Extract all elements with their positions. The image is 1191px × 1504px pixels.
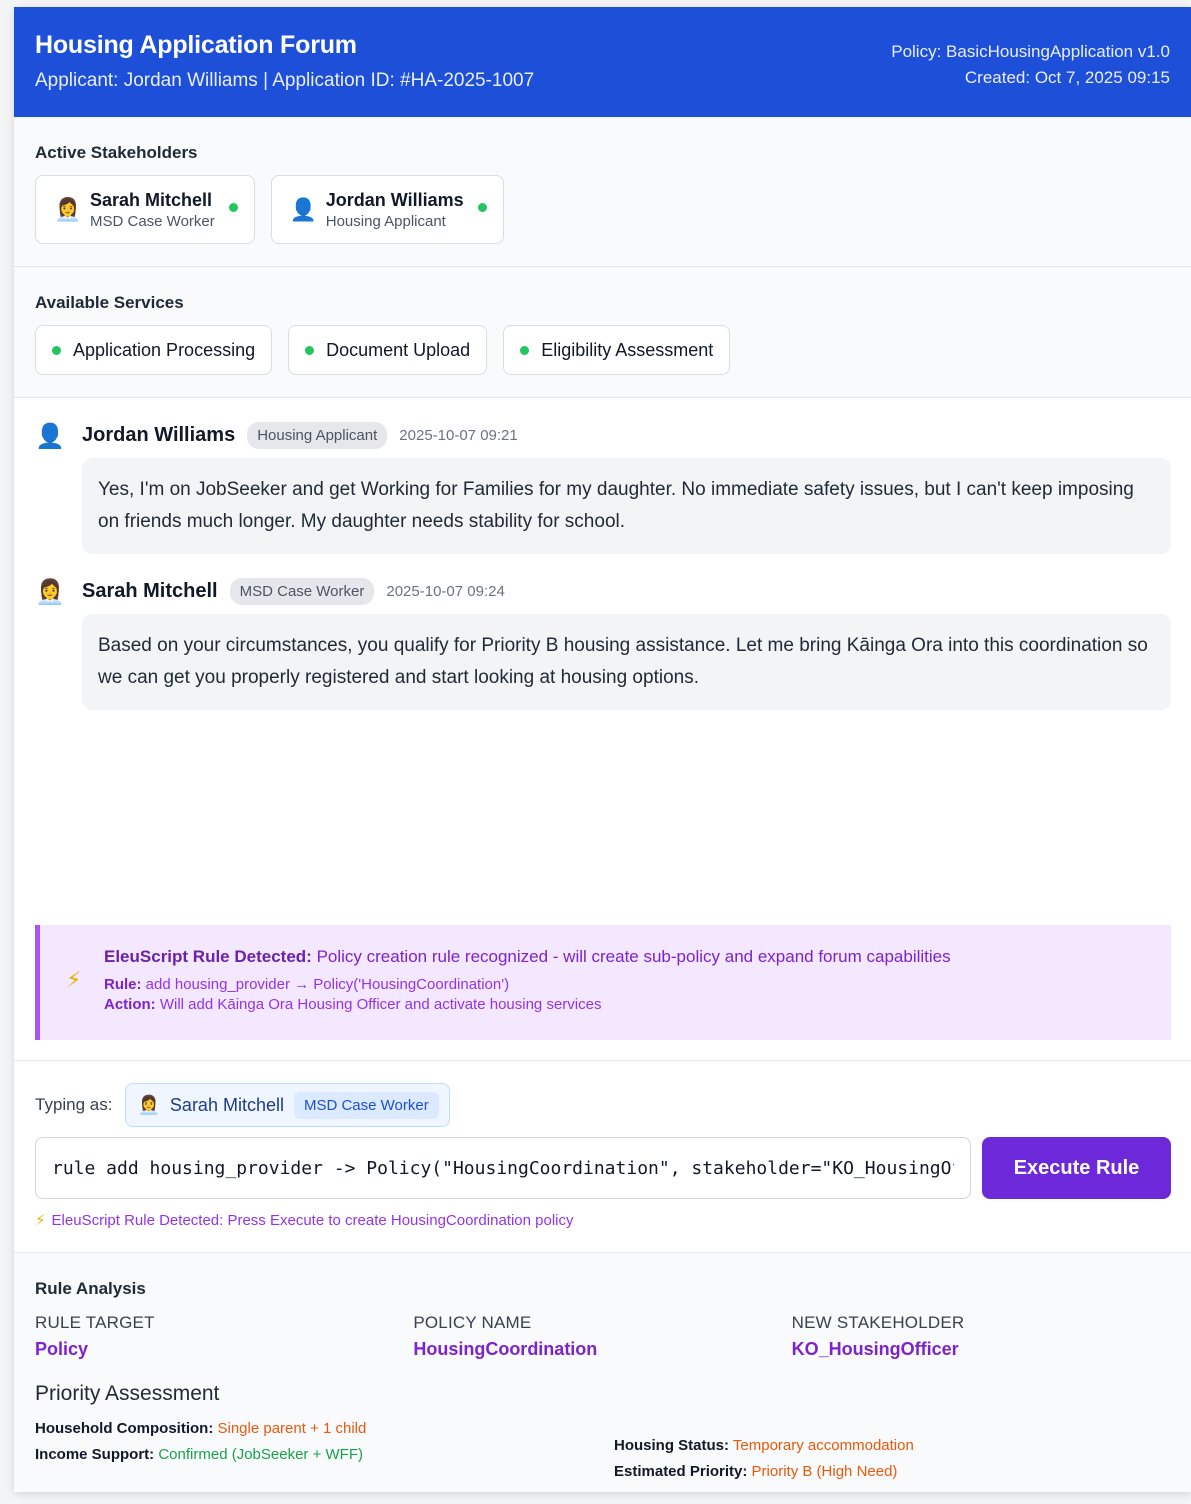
rule-notice-heading: EleuScript Rule Detected: Policy creatio…: [104, 947, 1151, 967]
service-document-upload[interactable]: Document Upload: [288, 325, 488, 375]
service-eligibility-assessment[interactable]: Eligibility Assessment: [503, 325, 731, 375]
service-active-icon: [520, 345, 530, 355]
services-section: Available Services Application Processin…: [14, 267, 1191, 398]
income-value: Confirmed (JobSeeker + WFF): [158, 1446, 363, 1463]
message-item: 👩‍💼 Sarah Mitchell MSD Case Worker 2025-…: [35, 576, 1171, 710]
housing-status-value: Temporary accommodation: [732, 1437, 914, 1454]
field-key: POLICY NAME: [413, 1313, 532, 1332]
policy-version: Policy: BasicHousingApplication v1.0: [891, 42, 1170, 61]
rule-command-input[interactable]: [35, 1137, 971, 1199]
typing-as-name: Sarah Mitchell: [169, 1094, 284, 1115]
household-value: Single parent + 1 child: [217, 1420, 367, 1437]
field-key: NEW STAKEHOLDER: [791, 1313, 965, 1332]
typing-as-selector[interactable]: 👩‍💼 Sarah Mitchell MSD Case Worker: [124, 1083, 450, 1127]
message-item: 👤 Jordan Williams Housing Applicant 2025…: [35, 420, 1171, 554]
forum-card: Housing Application Forum Applicant: Jor…: [14, 7, 1191, 1492]
policy-meta: Policy: BasicHousingApplication v1.0 Cre…: [891, 39, 1170, 91]
message-role-badge: MSD Case Worker: [229, 577, 375, 605]
stakeholder-role: Housing Applicant: [325, 212, 446, 230]
lightning-icon: ⚡: [66, 967, 82, 992]
created-timestamp: Created: Oct 7, 2025 09:15: [964, 68, 1170, 87]
action-label: Action:: [104, 996, 156, 1013]
typing-as-label: Typing as:: [35, 1095, 113, 1114]
stakeholder-name: Jordan Williams: [325, 189, 464, 210]
rule-detected-notice: ⚡ EleuScript Rule Detected: Policy creat…: [35, 925, 1171, 1040]
field-value: HousingCoordination: [413, 1339, 598, 1359]
service-label: Document Upload: [326, 339, 471, 360]
composer: Typing as: 👩‍💼 Sarah Mitchell MSD Case W…: [14, 1060, 1191, 1253]
command-row: Execute Rule: [35, 1137, 1171, 1199]
message-bubble: Yes, I'm on JobSeeker and get Working fo…: [82, 458, 1171, 554]
message-role-badge: Housing Applicant: [247, 421, 388, 449]
policy-name-field: POLICY NAME HousingCoordination: [413, 1313, 791, 1360]
message-timestamp: 2025-10-07 09:24: [386, 582, 505, 600]
typing-as-row: Typing as: 👩‍💼 Sarah Mitchell MSD Case W…: [35, 1083, 1171, 1127]
message-header: Sarah Mitchell MSD Case Worker 2025-10-0…: [82, 576, 1171, 606]
service-label: Application Processing: [73, 339, 256, 360]
rule-analysis-title: Rule Analysis: [35, 1279, 146, 1298]
household-label: Household Composition:: [35, 1420, 214, 1437]
service-active-icon: [305, 345, 315, 355]
forum-header: Housing Application Forum Applicant: Jor…: [14, 7, 1191, 117]
user-icon: 👤: [35, 423, 65, 450]
lightning-icon: ⚡: [35, 1212, 46, 1229]
message-author: Sarah Mitchell: [82, 579, 218, 602]
rule-notice-label: EleuScript Rule Detected:: [104, 947, 312, 966]
rule-hint: ⚡ EleuScript Rule Detected: Press Execute…: [35, 1211, 1171, 1229]
case-worker-icon: 👩‍💼: [35, 579, 65, 606]
service-application-processing[interactable]: Application Processing: [35, 325, 273, 375]
case-worker-icon: 👩‍💼: [54, 196, 82, 222]
action-value: Will add Kāinga Ora Housing Officer and …: [159, 996, 602, 1013]
stakeholders-section: Active Stakeholders 👩‍💼 Sarah Mitchell M…: [14, 117, 1191, 267]
rule-notice-description: Policy creation rule recognized - will c…: [316, 947, 951, 966]
online-status-icon: [228, 203, 238, 212]
message-timestamp: 2025-10-07 09:21: [399, 426, 518, 444]
rule-notice-details: Rule: add housing_provider → Policy('Hou…: [104, 975, 1151, 1015]
rule-analysis-fields: RULE TARGET Policy POLICY NAME HousingCo…: [35, 1313, 1170, 1360]
services-list: Application Processing Document Upload E…: [35, 325, 1170, 375]
user-icon: 👤: [289, 196, 318, 222]
message-author: Jordan Williams: [82, 423, 236, 446]
case-worker-icon: 👩‍💼: [137, 1094, 160, 1115]
rule-label: Rule:: [104, 976, 142, 993]
estimated-priority-value: Priority B (High Need): [751, 1463, 898, 1480]
stakeholder-role: MSD Case Worker: [90, 212, 215, 230]
typing-as-role: MSD Case Worker: [293, 1091, 439, 1119]
service-label: Eligibility Assessment: [541, 339, 714, 360]
rule-hint-text: EleuScript Rule Detected: Press Execute …: [51, 1212, 574, 1229]
housing-status-label: Housing Status:: [614, 1437, 729, 1454]
stakeholder-name: Sarah Mitchell: [90, 189, 213, 210]
execute-rule-button[interactable]: Execute Rule: [982, 1137, 1171, 1199]
rule-analysis-panel: Rule Analysis RULE TARGET Policy POLICY …: [14, 1253, 1191, 1492]
priority-details-right: Housing Status: Temporary accommodation …: [614, 1433, 914, 1485]
field-value: KO_HousingOfficer: [791, 1339, 959, 1359]
priority-details-left: Household Composition: Single parent + 1…: [35, 1416, 1170, 1468]
new-stakeholder-field: NEW STAKEHOLDER KO_HousingOfficer: [792, 1313, 1170, 1360]
services-title: Available Services: [35, 293, 184, 312]
estimated-priority-label: Estimated Priority:: [614, 1463, 748, 1480]
rule-value: add housing_provider → Policy('HousingCo…: [145, 976, 510, 993]
field-value: Policy: [35, 1339, 89, 1359]
message-bubble: Based on your circumstances, you qualify…: [82, 614, 1171, 710]
rule-target-field: RULE TARGET Policy: [35, 1313, 413, 1360]
message-thread[interactable]: 👤 Jordan Williams Housing Applicant 2025…: [14, 398, 1191, 1060]
message-header: Jordan Williams Housing Applicant 2025-1…: [82, 420, 1171, 450]
service-active-icon: [52, 345, 61, 355]
stakeholder-chip-jordan-williams[interactable]: 👤 Jordan Williams Housing Applicant: [270, 175, 504, 244]
stakeholder-list: 👩‍💼 Sarah Mitchell MSD Case Worker 👤 Jor…: [35, 175, 1170, 244]
field-key: RULE TARGET: [35, 1313, 155, 1332]
stakeholders-title: Active Stakeholders: [35, 143, 198, 162]
online-status-icon: [477, 203, 487, 212]
income-label: Income Support:: [35, 1446, 155, 1463]
stakeholder-chip-sarah-mitchell[interactable]: 👩‍💼 Sarah Mitchell MSD Case Worker: [35, 175, 255, 244]
priority-assessment-title: Priority Assessment: [35, 1382, 220, 1405]
